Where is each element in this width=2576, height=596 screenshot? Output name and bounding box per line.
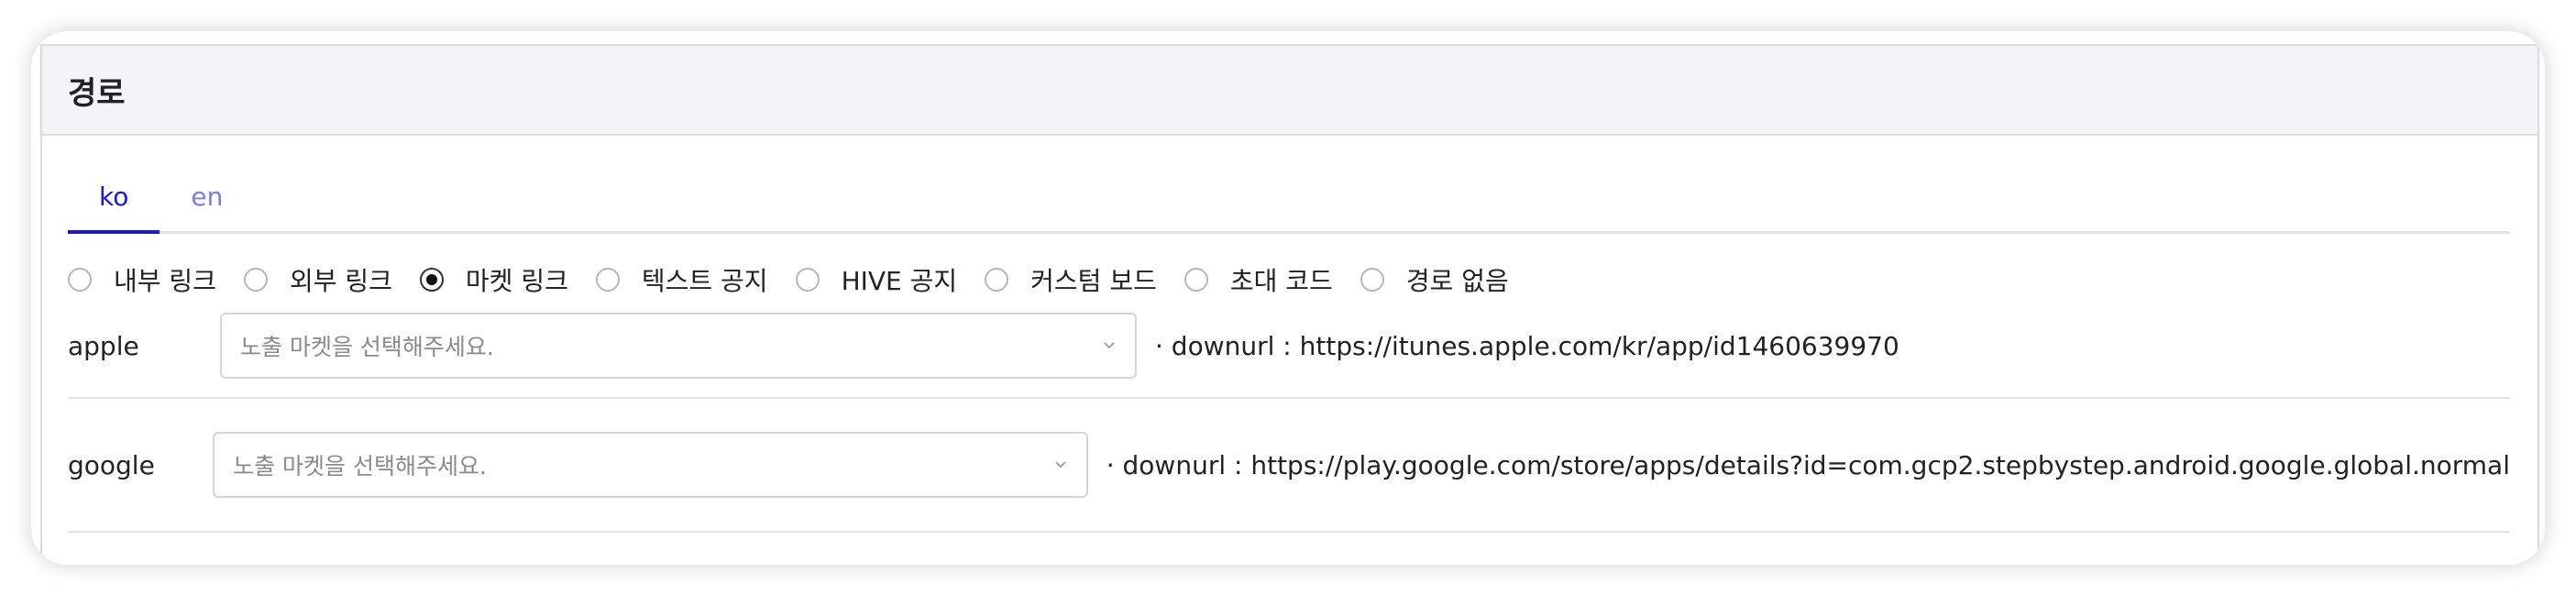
radio-label: HIVE 공지 — [841, 266, 958, 296]
radio-label: 초대 코드 — [1229, 266, 1333, 296]
market-select[interactable]: 노출 마켓을 선택해주세요. — [220, 313, 1137, 379]
market-select[interactable]: 노출 마켓을 선택해주세요. — [213, 432, 1088, 498]
radio-button[interactable] — [985, 268, 1009, 292]
radio-custom-board[interactable]: 커스텀 보드 — [985, 261, 1157, 298]
radio-label: 커스텀 보드 — [1030, 266, 1157, 296]
radio-label: 텍스트 공지 — [641, 266, 768, 296]
radio-text-notice[interactable]: 텍스트 공지 — [595, 261, 768, 298]
radio-button[interactable] — [1183, 268, 1208, 292]
select-placeholder: 노출 마켓을 선택해주세요. — [233, 453, 487, 480]
market-row-apple: apple 노출 마켓을 선택해주세요. · downurl : https:/… — [68, 294, 2510, 399]
language-tabs: ko en — [68, 176, 2510, 234]
radio-no-route[interactable]: 경로 없음 — [1360, 261, 1509, 298]
chevron-down-icon — [1104, 342, 1115, 349]
radio-label: 경로 없음 — [1405, 266, 1509, 296]
select-placeholder: 노출 마켓을 선택해주세요. — [240, 334, 494, 360]
tab-en[interactable]: en — [160, 176, 254, 231]
radio-label: 외부 링크 — [289, 266, 392, 296]
radio-invite-code[interactable]: 초대 코드 — [1183, 261, 1333, 298]
radio-button[interactable] — [595, 268, 620, 292]
tab-ko[interactable]: ko — [68, 176, 160, 234]
radio-button[interactable] — [243, 268, 268, 292]
market-row-google: google 노출 마켓을 선택해주세요. · downurl : https:… — [68, 399, 2510, 533]
downurl-text: · downurl : https://itunes.apple.com/kr/… — [1155, 330, 1899, 361]
market-name: google — [68, 449, 155, 480]
radio-button-checked[interactable] — [419, 268, 444, 292]
radio-button[interactable] — [68, 268, 92, 292]
radio-label: 내부 링크 — [114, 266, 216, 296]
chevron-down-icon — [1055, 461, 1066, 469]
panel-body: ko en 내부 링크 외부 링크 마켓 링크 텍스트 공지 HIVE 공지 커… — [42, 176, 2537, 533]
radio-button[interactable] — [1360, 268, 1384, 292]
radio-internal-link[interactable]: 내부 링크 — [68, 261, 216, 298]
panel-header: 경로 — [42, 46, 2537, 136]
window-frame: 경로 ko en 내부 링크 외부 링크 마켓 링크 텍스트 공지 HIVE 공… — [31, 31, 2545, 565]
radio-external-link[interactable]: 외부 링크 — [243, 261, 392, 298]
radio-market-link[interactable]: 마켓 링크 — [419, 261, 568, 298]
panel-title: 경로 — [68, 74, 126, 112]
downurl-text: · downurl : https://play.google.com/stor… — [1106, 449, 2510, 480]
radio-button[interactable] — [795, 268, 820, 292]
radio-hive-notice[interactable]: HIVE 공지 — [795, 261, 958, 298]
route-panel: 경로 ko en 내부 링크 외부 링크 마켓 링크 텍스트 공지 HIVE 공… — [40, 44, 2539, 565]
radio-label: 마켓 링크 — [465, 266, 568, 296]
market-name: apple — [68, 330, 139, 361]
